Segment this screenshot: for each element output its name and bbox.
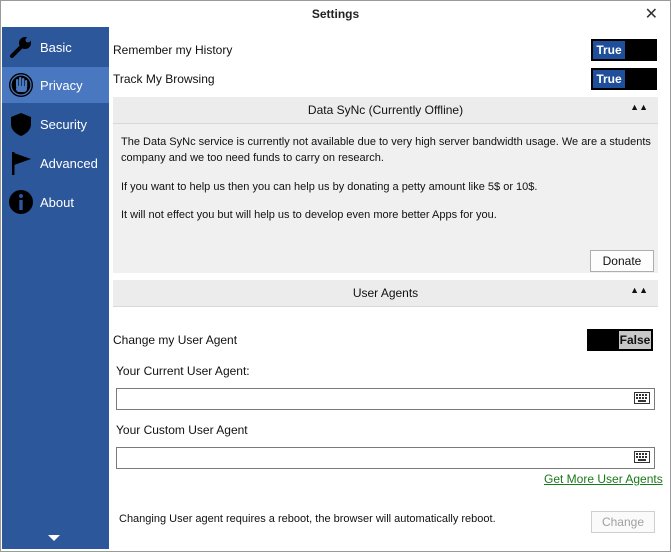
collapse-icon[interactable]: ▲▲: [630, 285, 648, 295]
datasync-paragraph: It will not effect you but will help us …: [121, 209, 497, 221]
toggle-value: True: [591, 39, 627, 61]
sidebar: Basic Privacy Security Advanced About: [2, 27, 109, 549]
chevron-down-icon[interactable]: [48, 535, 60, 541]
flag-icon: [12, 152, 31, 175]
toggle-knob: [627, 68, 657, 90]
keyboard-icon[interactable]: [634, 392, 650, 404]
window-title: Settings: [311, 7, 360, 21]
sidebar-item-advanced[interactable]: Advanced: [2, 145, 109, 181]
current-user-agent-label: Your Current User Agent:: [116, 364, 250, 378]
settings-window: Settings ✕ Basic Privacy Security Advanc…: [0, 0, 671, 552]
datasync-paragraph: The Data SyNc service is currently not a…: [121, 136, 651, 164]
sidebar-item-about[interactable]: About: [2, 184, 109, 220]
shield-icon: [11, 113, 31, 136]
remember-history-label: Remember my History: [113, 43, 233, 57]
change-user-agent-toggle[interactable]: False: [587, 329, 653, 351]
sidebar-item-label: About: [40, 195, 74, 210]
sidebar-item-label: Advanced: [40, 156, 98, 171]
track-browsing-toggle[interactable]: True: [591, 68, 657, 90]
sidebar-item-basic[interactable]: Basic: [2, 29, 109, 65]
close-icon[interactable]: ✕: [645, 4, 658, 24]
donate-button[interactable]: Donate: [590, 250, 654, 272]
datasync-title: Data SyNc (Currently Offline): [307, 103, 464, 117]
wrench-icon: [10, 37, 31, 58]
custom-user-agent-input[interactable]: [116, 447, 655, 469]
track-browsing-label: Track My Browsing: [113, 72, 215, 86]
sidebar-item-label: Basic: [40, 40, 72, 55]
toggle-knob: [587, 329, 617, 351]
toggle-knob: [627, 39, 657, 61]
change-user-agent-label: Change my User Agent: [113, 333, 238, 347]
sidebar-item-label: Security: [40, 117, 87, 132]
remember-history-toggle[interactable]: True: [591, 39, 657, 61]
user-agents-header[interactable]: User Agents ▲▲: [113, 280, 658, 307]
current-user-agent-input[interactable]: [116, 388, 655, 410]
hand-stop-icon: [9, 73, 33, 97]
privacy-panel: Remember my History True Track My Browsi…: [110, 27, 670, 551]
toggle-value: False: [617, 329, 653, 351]
keyboard-icon[interactable]: [634, 451, 650, 463]
user-agents-title: User Agents: [352, 286, 419, 300]
title-bar: Settings ✕: [1, 1, 670, 27]
sidebar-item-security[interactable]: Security: [2, 106, 109, 142]
get-more-user-agents-link[interactable]: Get More User Agents: [544, 472, 663, 486]
reboot-note: Changing User agent requires a reboot, t…: [119, 513, 496, 525]
datasync-header[interactable]: Data SyNc (Currently Offline) ▲▲: [113, 97, 658, 124]
info-icon: [9, 190, 33, 214]
datasync-paragraph: If you want to help us then you can help…: [121, 181, 538, 193]
datasync-body: The Data SyNc service is currently not a…: [113, 124, 658, 273]
sidebar-item-label: Privacy: [40, 78, 83, 93]
change-button[interactable]: Change: [591, 511, 655, 533]
collapse-icon[interactable]: ▲▲: [630, 102, 648, 112]
custom-user-agent-label: Your Custom User Agent: [116, 423, 248, 437]
sidebar-item-privacy[interactable]: Privacy: [2, 67, 109, 103]
toggle-value: True: [591, 68, 627, 90]
